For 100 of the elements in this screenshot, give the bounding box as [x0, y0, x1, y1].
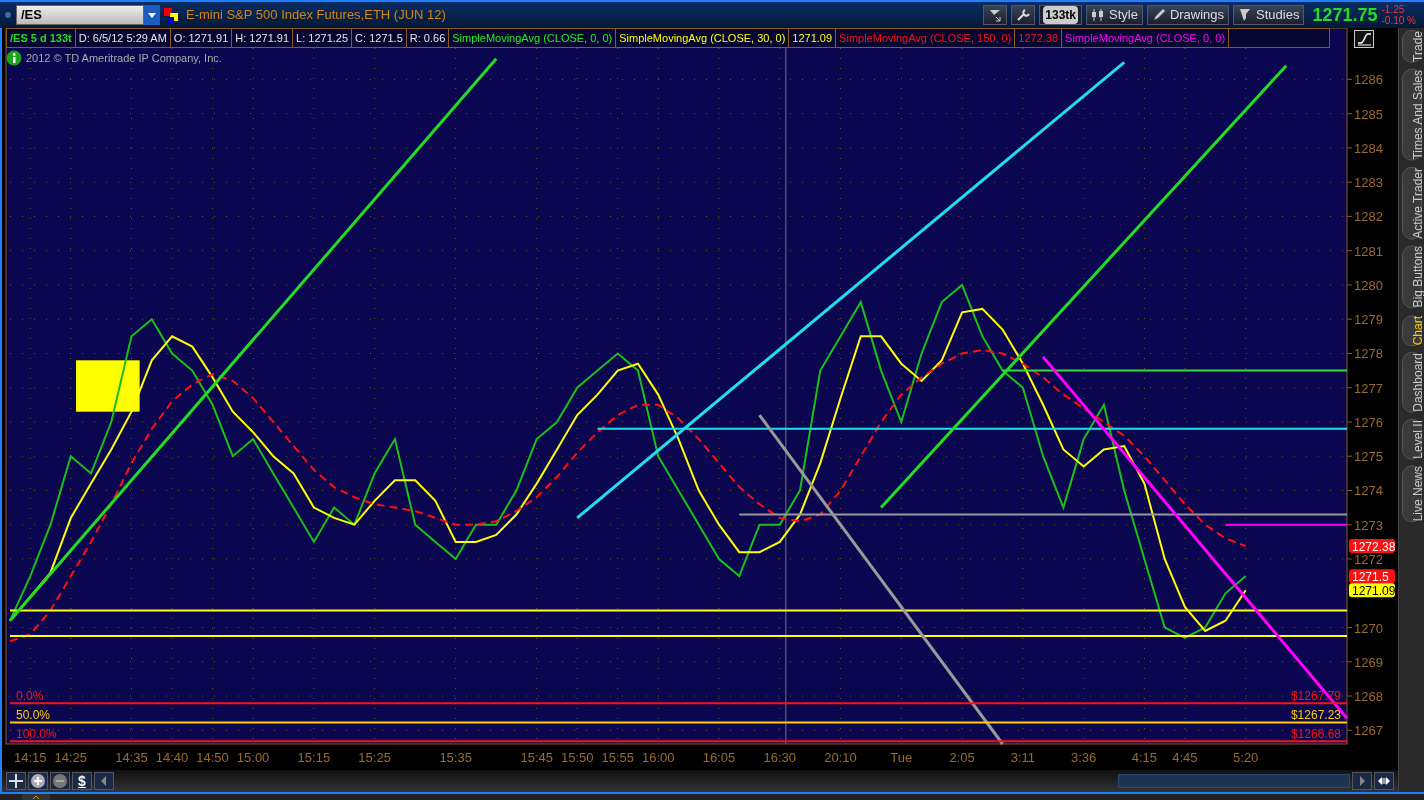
legend-item: SimpleMovingAvg (CLOSE, 30, 0) — [616, 29, 790, 47]
aggregation-button[interactable]: 133tk — [1039, 5, 1082, 25]
time-label: 15:15 — [297, 750, 331, 765]
time-label: 2:05 — [949, 750, 975, 765]
price-label: 1273 — [1354, 517, 1383, 533]
chevron-icon — [32, 794, 40, 800]
highlight-rectangle — [76, 360, 140, 412]
time-label: 15:25 — [358, 750, 391, 765]
time-label: 3:36 — [1071, 750, 1097, 765]
legend-item: C: 1271.5 — [352, 29, 407, 47]
drawings-icon — [1151, 8, 1166, 22]
price-label: 1280 — [1354, 277, 1383, 293]
price-label: 1269 — [1354, 654, 1383, 670]
info-icon[interactable] — [6, 50, 22, 67]
fibonacci-price: $1267.23 — [1290, 708, 1341, 723]
legend-item: H: 1271.91 — [232, 29, 294, 47]
expand-button[interactable] — [983, 5, 1008, 25]
time-label: 14:35 — [115, 750, 148, 765]
time-label: 15:35 — [439, 750, 472, 765]
price-label: 1285 — [1354, 106, 1383, 122]
wrench-button[interactable] — [1011, 5, 1036, 25]
side-tab[interactable]: Dashboard — [1401, 351, 1422, 413]
fibonacci-percent: 100.0% — [16, 727, 57, 742]
time-label: 14:40 — [155, 750, 189, 765]
last-price: 1271.75 — [1312, 3, 1378, 27]
chart-title: E-mini S&P 500 Index Futures,ETH (JUN 12) — [186, 6, 446, 25]
chart-style-button[interactable] — [1354, 30, 1374, 48]
caret-icon — [147, 11, 157, 19]
scroll-left-button[interactable] — [94, 772, 114, 790]
side-tab[interactable]: Level II — [1401, 418, 1422, 460]
legend-item: SimpleMovingAvg (CLOSE, 150, 0) — [836, 29, 1016, 47]
zoom-in-icon — [30, 773, 46, 789]
crosshair-button[interactable] — [6, 772, 26, 790]
time-label: 16:00 — [641, 750, 675, 765]
net-change: -1.25 — [1381, 4, 1406, 15]
studies-button[interactable]: Studies — [1233, 5, 1305, 25]
scroll-right-button[interactable] — [1352, 772, 1372, 790]
price-label: 1278 — [1354, 346, 1383, 362]
legend-item: SimpleMovingAvg (CLOSE, 0, 0) — [1062, 29, 1230, 47]
legend-item: 1272.38 — [1015, 29, 1063, 47]
legend-item: O: 1271.91 — [170, 29, 233, 47]
symbol-field[interactable]: /ES — [16, 5, 144, 25]
fibonacci-percent: 0.0% — [16, 689, 44, 704]
legend-item: D: 6/5/12 5:29 AM — [75, 29, 171, 47]
copyright-text: 2012 © TD Ameritrade IP Company, Inc. — [26, 51, 222, 66]
style-button[interactable]: Style — [1086, 5, 1143, 25]
percent-change: -0.10 % — [1381, 15, 1416, 26]
expand-panel-button[interactable] — [22, 794, 50, 800]
dropdown-button[interactable] — [144, 5, 160, 25]
side-tab[interactable]: Times And Sales — [1401, 68, 1422, 161]
legend-item: L: 1271.25 — [293, 29, 353, 47]
time-label: 14:50 — [196, 750, 229, 765]
price-label: 1282 — [1354, 209, 1383, 225]
fibonacci-price: $1266.68 — [1290, 727, 1341, 742]
style-icon — [1091, 8, 1105, 22]
fibonacci-percent: 50.0% — [16, 708, 51, 723]
resize-handle-button[interactable] — [1374, 772, 1394, 790]
side-tab[interactable]: Active Trader — [1401, 166, 1422, 240]
zoom-out-button[interactable] — [50, 772, 70, 790]
time-label: 20:10 — [824, 750, 857, 765]
price-label: 1272 — [1354, 552, 1383, 567]
color-squares-icon[interactable] — [164, 7, 178, 23]
price-label: 1275 — [1354, 449, 1383, 465]
price-label: 1277 — [1354, 380, 1383, 396]
legend-item: R: 0.66 — [406, 29, 450, 47]
time-label: 4:45 — [1172, 750, 1198, 765]
side-tab[interactable]: Live News — [1401, 465, 1422, 523]
time-label: 5:20 — [1233, 750, 1259, 765]
time-label: 15:50 — [560, 750, 594, 765]
studies-icon — [1238, 8, 1253, 22]
time-label: 15:45 — [520, 750, 553, 765]
time-label: 16:30 — [763, 750, 797, 765]
price-label: 1276 — [1354, 414, 1383, 430]
zoom-out-icon — [52, 773, 68, 789]
zoom-in-button[interactable] — [28, 772, 48, 790]
price-badge: 1272.38 — [1349, 539, 1396, 554]
price-label: 1270 — [1354, 620, 1383, 636]
expand-icon — [988, 8, 1003, 22]
side-tab[interactable]: Trade — [1401, 30, 1422, 63]
price-label: 1279 — [1354, 312, 1383, 328]
time-label: 14:15 — [14, 750, 47, 765]
price-label: 1286 — [1354, 72, 1383, 88]
time-label: 15:55 — [601, 750, 634, 765]
wrench-icon — [1016, 8, 1031, 22]
side-tab[interactable]: Big Buttons — [1401, 245, 1422, 309]
time-label: 3:11 — [1010, 750, 1036, 765]
currency-button[interactable]: $ — [72, 772, 92, 790]
drawings-button[interactable]: Drawings — [1146, 5, 1230, 25]
price-label: 1283 — [1354, 175, 1383, 191]
time-label: 14:25 — [54, 750, 88, 765]
time-label: 15:00 — [236, 750, 270, 765]
curve-icon — [1356, 32, 1372, 46]
scrollbar-thumb[interactable] — [1118, 774, 1350, 788]
price-label: 1274 — [1354, 483, 1383, 499]
time-label: Tue — [890, 750, 913, 765]
price-label: 1267 — [1354, 723, 1383, 739]
price-label: 1281 — [1354, 243, 1383, 259]
side-tab[interactable]: Chart — [1401, 314, 1422, 346]
price-label: 1268 — [1354, 689, 1383, 705]
legend-item: SimpleMovingAvg (CLOSE, 0, 0) — [449, 29, 617, 47]
